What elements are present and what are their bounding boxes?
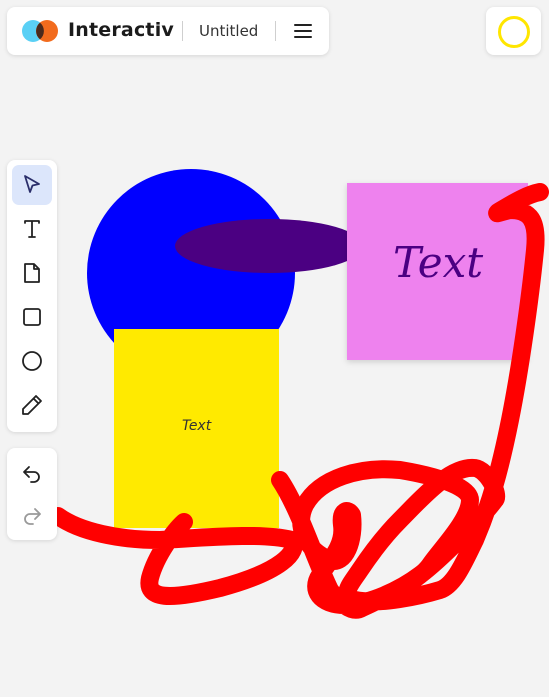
cursor-arrow-icon (24, 175, 40, 193)
history-controls (7, 448, 57, 540)
canvas-shapes[interactable] (0, 0, 549, 697)
circle-icon (22, 351, 42, 371)
divider (275, 21, 276, 41)
user-button[interactable] (486, 7, 541, 55)
two-circle-logo-icon (22, 20, 58, 42)
rectangle-icon (23, 308, 41, 326)
sticky-note-tool-button[interactable] (12, 253, 52, 293)
pencil-icon (22, 395, 42, 415)
undo-icon (23, 466, 40, 483)
select-tool-button[interactable] (12, 165, 52, 205)
text-tool-icon (24, 220, 40, 238)
ellipse-tool-button[interactable] (12, 341, 52, 381)
sticky-note-icon (24, 263, 40, 283)
tool-palette (7, 160, 57, 432)
whiteboard-canvas[interactable]: Text Text Interactiv Untitled (0, 0, 549, 697)
redo-icon (24, 508, 41, 525)
yellow-rectangle-shape[interactable] (114, 329, 279, 528)
document-title[interactable]: Untitled (199, 22, 258, 40)
redo-button[interactable] (12, 495, 52, 535)
undo-button[interactable] (12, 453, 52, 493)
purple-ellipse-shape[interactable] (175, 219, 363, 273)
brand-name: Interactiv (68, 19, 174, 41)
user-ring-icon (498, 16, 530, 48)
text-tool-button[interactable] (12, 209, 52, 249)
divider (182, 21, 183, 41)
pen-tool-button[interactable] (12, 385, 52, 425)
hamburger-menu-icon[interactable] (291, 19, 315, 43)
rectangle-tool-button[interactable] (12, 297, 52, 337)
top-bar: Interactiv Untitled (7, 7, 329, 55)
